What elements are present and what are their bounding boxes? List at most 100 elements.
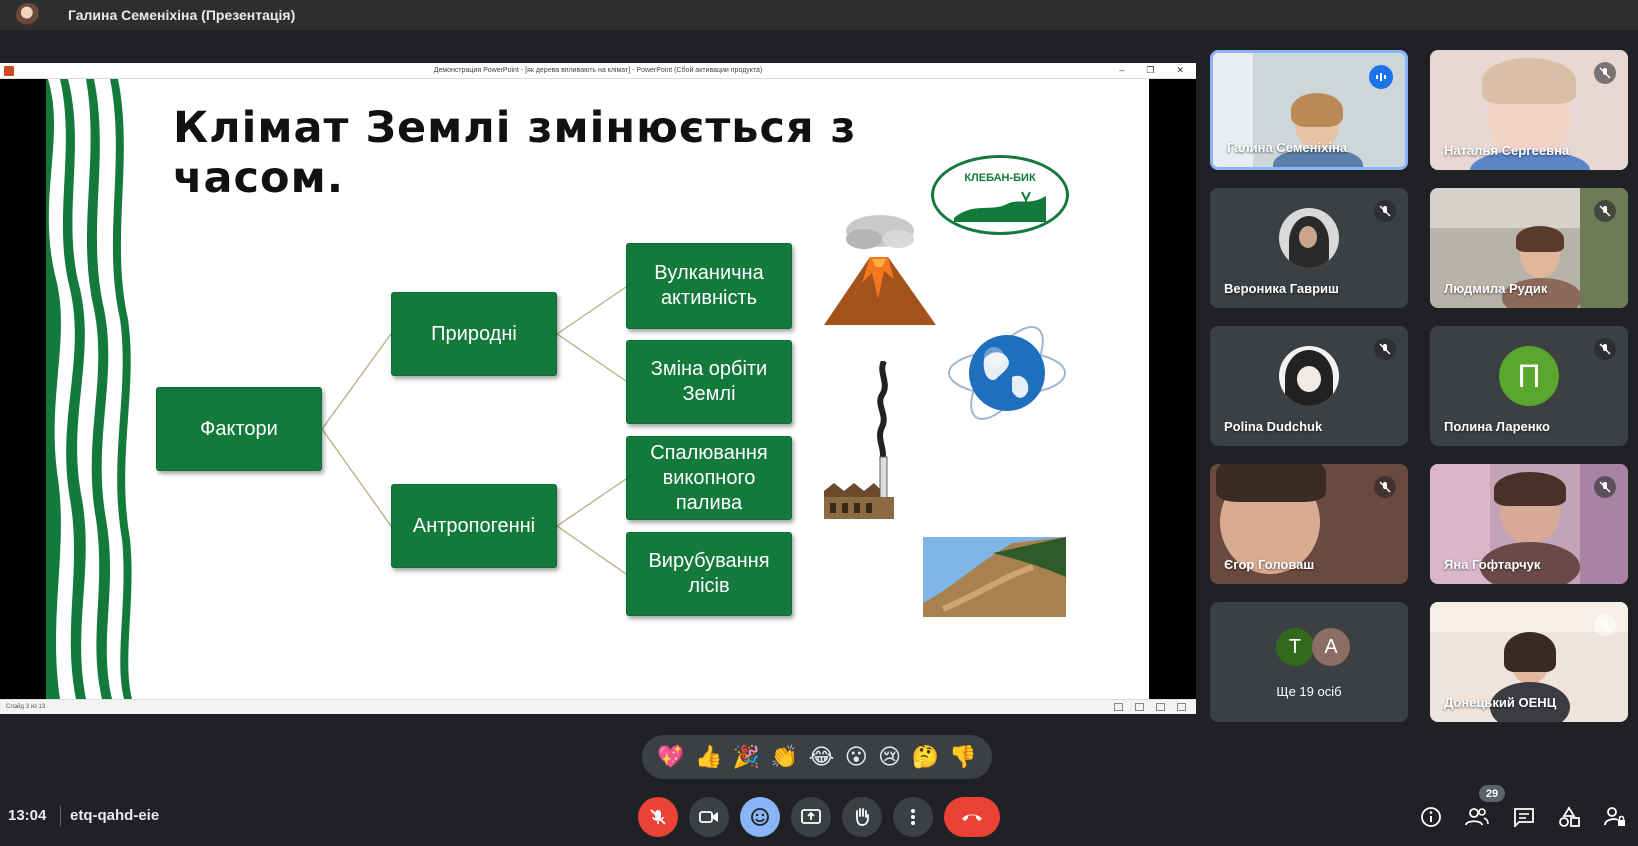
participant-tile[interactable]: Polina Dudchuk	[1210, 326, 1408, 446]
participant-tile[interactable]: Вероника Гавриш	[1210, 188, 1408, 308]
meeting-details-button[interactable]	[1414, 800, 1448, 834]
camera-toggle-button[interactable]	[689, 797, 729, 837]
mic-off-icon	[1594, 614, 1616, 636]
box-factors-label: Фактори	[200, 417, 278, 440]
present-button[interactable]	[791, 797, 831, 837]
participant-tile[interactable]: Галина Семеніхіна	[1210, 50, 1408, 170]
reaction-laugh[interactable]: 😂	[809, 745, 835, 770]
emoji-icon	[751, 808, 769, 826]
slideshow-icon[interactable]	[1177, 703, 1186, 711]
participant-tile[interactable]: Яна Гофтарчук	[1430, 464, 1628, 584]
reaction-clap[interactable]: 👏	[771, 745, 798, 770]
reactions-bar: 💖 👍 🎉 👏 😂 😮 😢 🤔 👎	[642, 735, 992, 779]
reaction-thinking[interactable]: 🤔	[912, 745, 939, 770]
box-orbit-line1: Зміна орбіти	[650, 358, 768, 380]
slide: Клімат Землі змінюється з часом. КЛЕБАН-…	[46, 79, 1149, 699]
avatar: А	[1312, 628, 1350, 666]
box-fuel-line1: Спалювання	[650, 441, 768, 464]
others-tile[interactable]: Т А Ще 19 осіб	[1210, 602, 1408, 722]
box-fuel-line2: викопного	[662, 466, 756, 489]
reaction-sad[interactable]: 😢	[878, 745, 901, 770]
mic-off-icon	[650, 809, 666, 825]
others-count-label: Ще 19 осіб	[1276, 684, 1342, 699]
presenter-avatar	[16, 3, 40, 27]
box-anthropogenic-label: Антропогенні	[412, 514, 536, 537]
reaction-surprised[interactable]: 😮	[845, 745, 868, 770]
slide-counter: Слайд 3 из 13	[6, 704, 46, 710]
close-button[interactable]: ✕	[1176, 65, 1184, 76]
minimize-button[interactable]: –	[1119, 65, 1124, 76]
participant-tile[interactable]: Людмила Рудик	[1430, 188, 1628, 308]
speaking-indicator-icon	[1369, 65, 1393, 89]
volcano-image	[824, 215, 936, 325]
ppt-status-bar: Слайд 3 из 13	[0, 699, 1196, 714]
lock-person-icon	[1604, 807, 1625, 826]
participant-tile[interactable]: Єгор Головаш	[1210, 464, 1408, 584]
factory-image	[824, 361, 894, 519]
top-bar: Галина Семеніхіна (Презентація)	[0, 0, 1638, 30]
box-fuel-line3: палива	[675, 491, 743, 514]
mic-toggle-button[interactable]	[638, 797, 678, 837]
box-volcanic-line1: Вулканична	[654, 262, 764, 284]
avatar	[1279, 208, 1339, 268]
mic-off-icon	[1594, 476, 1616, 498]
raise-hand-button[interactable]	[842, 797, 882, 837]
emoji-button[interactable]	[740, 797, 780, 837]
participant-name: Polina Dudchuk	[1224, 419, 1323, 434]
participant-tile[interactable]: Донецький ОЕНЦ	[1430, 602, 1628, 722]
mic-off-icon	[1374, 338, 1396, 360]
participant-name: Донецький ОЕНЦ	[1444, 695, 1557, 710]
more-vert-icon	[911, 809, 915, 825]
meeting-code: etq-qahd-eie	[70, 807, 160, 824]
normal-view-icon[interactable]	[1114, 703, 1123, 711]
reading-view-icon[interactable]	[1156, 703, 1165, 711]
info-icon	[1421, 807, 1441, 827]
host-controls-button[interactable]	[1598, 800, 1632, 834]
box-orbit-line2: Землі	[682, 383, 736, 405]
slide-sorter-icon[interactable]	[1135, 703, 1144, 711]
activities-button[interactable]	[1552, 800, 1586, 834]
avatar	[1279, 346, 1339, 406]
box-factors: Фактори	[156, 387, 322, 471]
activities-icon	[1559, 806, 1580, 827]
box-fuel-burning: Спалювання викопного палива	[626, 436, 792, 520]
participant-name: Галина Семеніхіна	[1227, 140, 1348, 155]
mic-off-icon	[1594, 200, 1616, 222]
mic-off-icon	[1374, 476, 1396, 498]
mic-off-icon	[1374, 200, 1396, 222]
box-forest-line2: лісів	[688, 575, 730, 597]
deforestation-photo	[923, 537, 1066, 617]
reaction-thumbs-down[interactable]: 👎	[949, 745, 976, 770]
participant-name: Полина Ларенко	[1444, 419, 1550, 434]
ppt-window-title: Демонстрация PowerPoint - [як дерева впл…	[433, 67, 763, 74]
box-volcanic-activity: Вулканична активність	[626, 243, 792, 329]
ppt-titlebar: Демонстрация PowerPoint - [як дерева впл…	[0, 63, 1196, 79]
clock: 13:04	[8, 807, 47, 824]
participant-name: Яна Гофтарчук	[1444, 557, 1541, 572]
reaction-party[interactable]: 🎉	[733, 745, 760, 770]
mic-off-icon	[1594, 62, 1616, 84]
mic-off-icon	[1594, 338, 1616, 360]
more-options-button[interactable]	[893, 797, 933, 837]
presenter-title: Галина Семеніхіна (Презентація)	[68, 7, 296, 23]
presentation-window: Демонстрация PowerPoint - [як дерева впл…	[0, 63, 1196, 714]
participant-tile[interactable]: Наталья Сергеевна	[1430, 50, 1628, 170]
people-button[interactable]	[1460, 800, 1494, 834]
divider	[60, 806, 61, 826]
box-orbit-change: Зміна орбіти Землі	[626, 340, 792, 424]
reaction-thumbs-up[interactable]: 👍	[695, 745, 722, 770]
participant-tile[interactable]: П Полина Ларенко	[1430, 326, 1628, 446]
chat-icon	[1514, 808, 1534, 827]
box-natural-label: Природні	[431, 322, 517, 345]
box-anthropogenic: Антропогенні	[391, 484, 557, 568]
chat-button[interactable]	[1507, 800, 1541, 834]
reaction-heart[interactable]: 💖	[657, 745, 684, 770]
hang-up-icon	[962, 814, 982, 821]
participant-name: Наталья Сергеевна	[1444, 143, 1570, 158]
participant-name: Людмила Рудик	[1444, 281, 1548, 296]
participant-name: Єгор Головаш	[1224, 557, 1315, 572]
maximize-button[interactable]: ❐	[1146, 65, 1154, 76]
hand-icon	[856, 808, 869, 826]
end-call-button[interactable]	[944, 797, 1000, 837]
box-natural: Природні	[391, 292, 557, 376]
